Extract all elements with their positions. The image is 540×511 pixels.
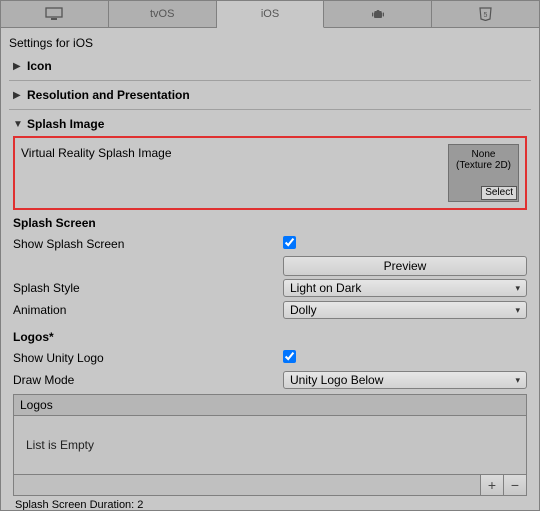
chevron-right-icon: ▶ xyxy=(13,61,23,72)
logos-list: Logos List is Empty + − xyxy=(13,394,527,496)
texture-select-button[interactable]: Select xyxy=(481,186,517,200)
texture-type-label: (Texture 2D) xyxy=(456,160,511,171)
add-button[interactable]: + xyxy=(480,475,503,495)
chevron-down-icon: ▾ xyxy=(515,375,520,386)
foldout-resolution[interactable]: ▶ Resolution and Presentation xyxy=(9,85,531,105)
tab-webgl[interactable]: 5 xyxy=(432,1,539,27)
dropdown-value: Light on Dark xyxy=(290,281,361,295)
tab-label: iOS xyxy=(261,8,279,20)
tab-label: tvOS xyxy=(150,8,174,20)
show-unity-logo-checkbox[interactable] xyxy=(283,350,296,363)
tab-standalone[interactable] xyxy=(1,1,109,27)
draw-mode-label: Draw Mode xyxy=(13,373,283,387)
svg-text:5: 5 xyxy=(484,12,488,19)
row-show-splash: Show Splash Screen xyxy=(13,234,527,254)
show-splash-checkbox[interactable] xyxy=(283,236,296,249)
draw-mode-dropdown[interactable]: Unity Logo Below ▾ xyxy=(283,371,527,389)
settings-content: Settings for iOS ▶ Icon ▶ Resolution and… xyxy=(1,28,539,511)
dropdown-value: Dolly xyxy=(290,303,317,317)
splash-style-dropdown[interactable]: Light on Dark ▾ xyxy=(283,279,527,297)
row-draw-mode: Draw Mode Unity Logo Below ▾ xyxy=(13,370,527,390)
show-splash-label: Show Splash Screen xyxy=(13,237,283,251)
html5-icon: 5 xyxy=(479,7,492,21)
tab-tvos[interactable]: tvOS xyxy=(109,1,217,27)
player-settings-window: tvOS iOS 5 Settings for iOS ▶ Icon ▶ Res… xyxy=(0,0,540,511)
animation-label: Animation xyxy=(13,303,283,317)
vr-splash-highlight: Virtual Reality Splash Image None (Textu… xyxy=(13,136,527,210)
row-animation: Animation Dolly ▾ xyxy=(13,300,527,320)
foldout-icon[interactable]: ▶ Icon xyxy=(9,56,531,76)
platform-tabs: tvOS iOS 5 xyxy=(1,1,539,28)
foldout-title: Resolution and Presentation xyxy=(27,88,190,102)
list-buttons: + − xyxy=(480,475,526,495)
texture-none-label: None xyxy=(472,149,496,160)
vr-splash-label: Virtual Reality Splash Image xyxy=(21,144,172,160)
splash-screen-heading: Splash Screen xyxy=(13,216,527,230)
animation-dropdown[interactable]: Dolly ▾ xyxy=(283,301,527,319)
row-preview: Preview xyxy=(13,256,527,276)
settings-for-label: Settings for iOS xyxy=(9,36,531,50)
chevron-down-icon: ▼ xyxy=(13,119,23,130)
remove-button[interactable]: − xyxy=(503,475,526,495)
chevron-down-icon: ▾ xyxy=(515,305,520,316)
dropdown-value: Unity Logo Below xyxy=(290,373,383,387)
list-empty-label: List is Empty xyxy=(26,438,94,452)
row-show-unity-logo: Show Unity Logo xyxy=(13,348,527,368)
foldout-title: Icon xyxy=(27,59,52,73)
logos-list-footer: + − xyxy=(14,474,526,495)
chevron-right-icon: ▶ xyxy=(13,90,23,101)
android-icon xyxy=(371,7,385,21)
preview-button[interactable]: Preview xyxy=(283,256,527,276)
separator xyxy=(9,80,531,81)
logos-list-header: Logos xyxy=(14,395,526,416)
monitor-icon xyxy=(45,7,63,21)
tab-ios[interactable]: iOS xyxy=(217,1,325,28)
show-unity-logo-label: Show Unity Logo xyxy=(13,351,283,365)
logos-heading: Logos* xyxy=(13,330,527,344)
splash-style-label: Splash Style xyxy=(13,281,283,295)
separator xyxy=(9,109,531,110)
foldout-splash-image[interactable]: ▼ Splash Image xyxy=(9,114,531,134)
splash-image-body: Virtual Reality Splash Image None (Textu… xyxy=(9,136,531,511)
logos-list-body: List is Empty xyxy=(14,416,526,474)
splash-duration-label: Splash Screen Duration: 2 xyxy=(13,499,527,511)
row-splash-style: Splash Style Light on Dark ▾ xyxy=(13,278,527,298)
texture-slot[interactable]: None (Texture 2D) Select xyxy=(448,144,519,202)
chevron-down-icon: ▾ xyxy=(515,283,520,294)
tab-android[interactable] xyxy=(324,1,432,27)
foldout-title: Splash Image xyxy=(27,117,104,131)
